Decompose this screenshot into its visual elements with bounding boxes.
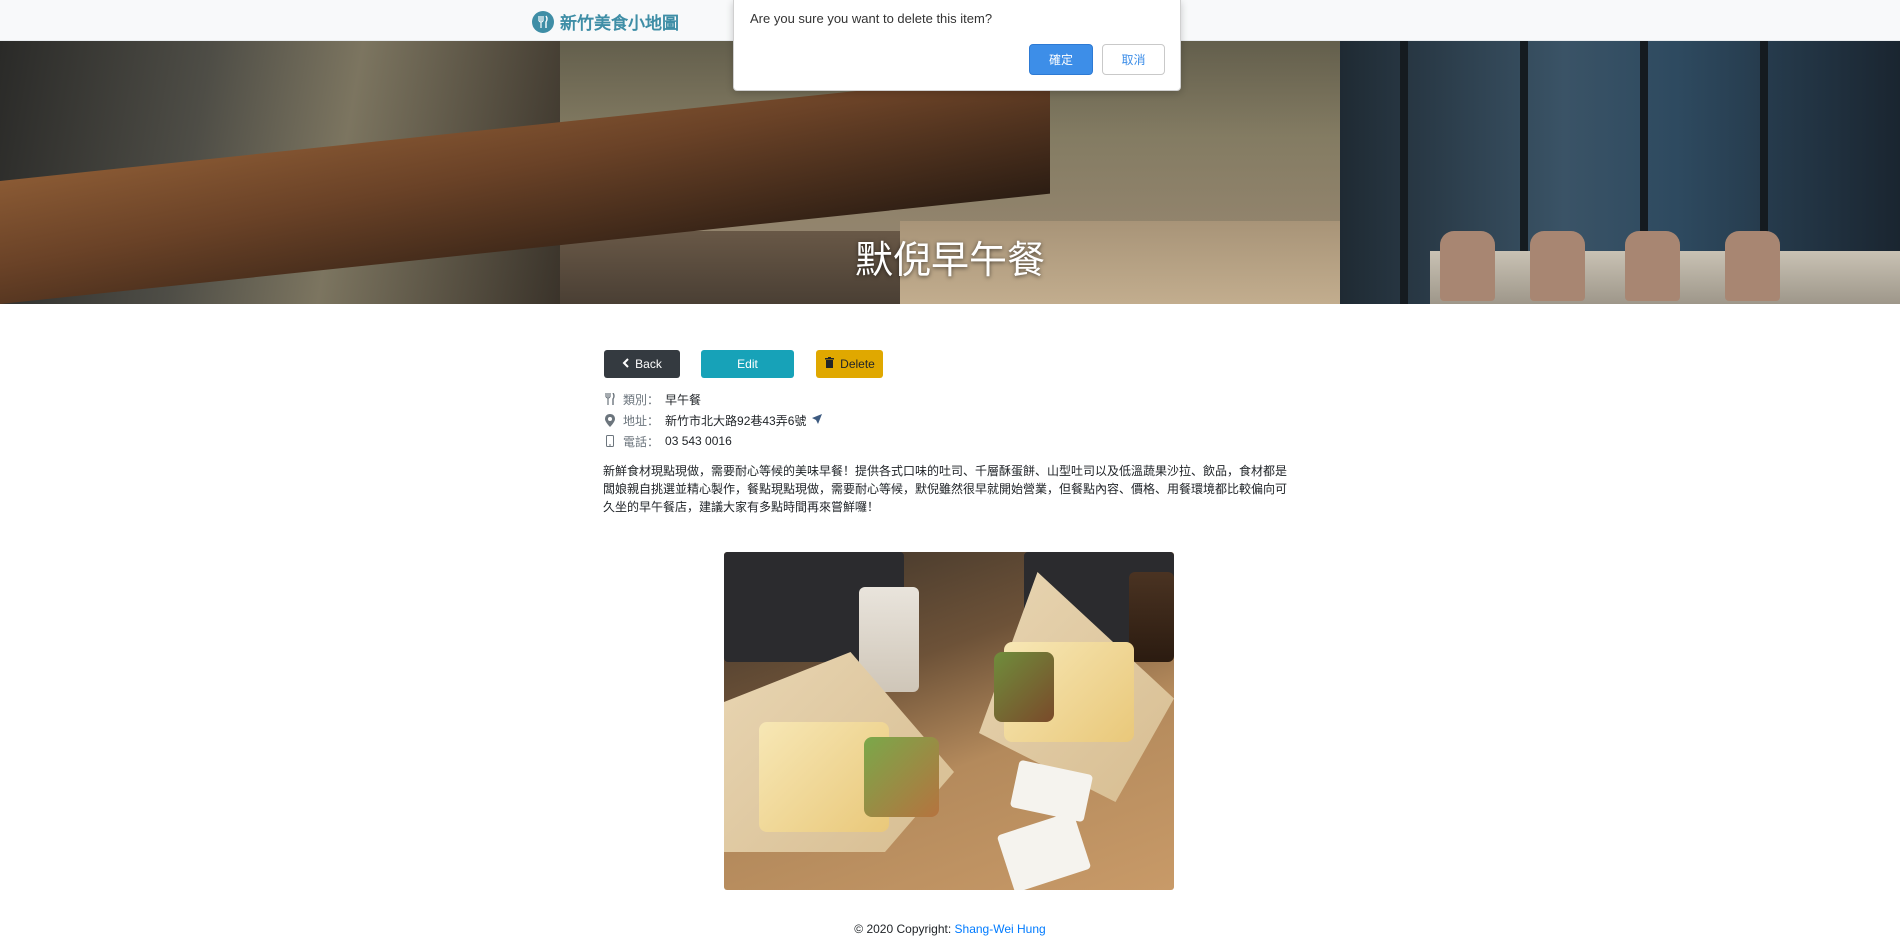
trash-icon [824,356,835,372]
utensils-icon [603,393,617,405]
photo-filling [994,652,1054,722]
restaurant-description: 新鮮食材現點現做，需要耐心等候的美味早餐！提供各式口味的吐司、千層酥蛋餅、山型吐… [603,464,1288,514]
utensils-icon [532,10,554,33]
back-button-label: Back [635,357,662,371]
category-value: 早午餐 [665,392,702,407]
address-value: 新竹市北大路92巷43弄6號 [665,413,807,428]
delete-button[interactable]: Delete [816,350,883,378]
copyright-text: © 2020 Copyright: [854,922,952,936]
brand-title: 新竹美食小地圖 [560,14,679,34]
phone-value: 03 543 0016 [665,434,732,448]
brand-link[interactable]: 新竹美食小地圖 [532,9,679,34]
address-label: 地址： [623,413,660,428]
back-button[interactable]: Back [604,350,680,378]
footer: © 2020 Copyright: Shang-Wei Hung [0,922,1900,936]
location-arrow-icon[interactable] [811,413,823,428]
map-marker-icon [603,413,617,427]
cancel-button[interactable]: 取消 [1102,44,1165,75]
edit-button[interactable]: Edit [701,350,794,378]
phone-row: 電話： 03 543 0016 [603,433,732,449]
delete-button-label: Delete [840,357,875,371]
mobile-phone-icon [603,435,617,447]
photo-drink [1129,572,1174,662]
author-link[interactable]: Shang-Wei Hung [955,922,1046,936]
page-title: 默倪早午餐 [854,238,1045,282]
address-row: 地址： 新竹市北大路92巷43弄6號 [603,412,823,428]
food-photo [724,552,1174,890]
photo-filling [864,737,939,817]
phone-label: 電話： [623,434,660,449]
chevron-left-icon [622,357,630,371]
confirm-delete-dialog: Are you sure you want to delete this ite… [733,0,1181,91]
category-row: 類別： 早午餐 [603,391,701,407]
edit-button-label: Edit [737,357,758,371]
dialog-message: Are you sure you want to delete this ite… [750,11,993,26]
category-label: 類別： [623,392,660,407]
photo-card [996,811,1092,890]
confirm-button[interactable]: 確定 [1029,44,1093,75]
